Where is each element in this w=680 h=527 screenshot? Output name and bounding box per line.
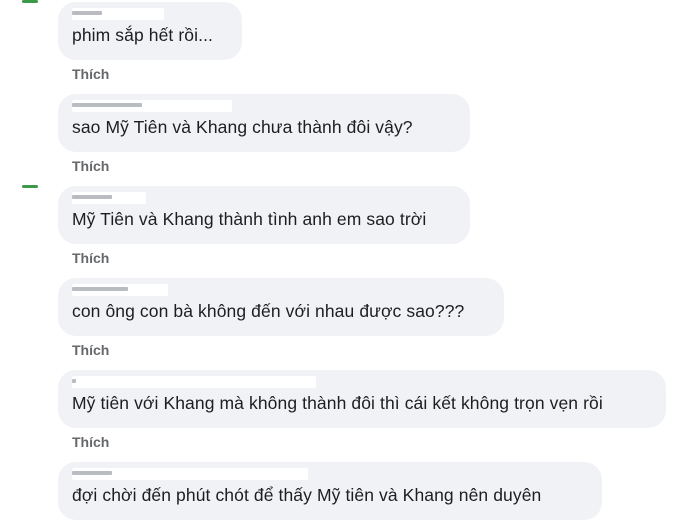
comment-item: Mỹ tiên với Khang mà không thành đôi thì… — [58, 370, 666, 428]
comment-bubble: sao Mỹ Tiên và Khang chưa thành đôi vậy? — [58, 94, 470, 152]
author-name-redacted — [72, 8, 164, 20]
comment-bubble: phim sắp hết rồi... — [58, 2, 242, 60]
comment-item: phim sắp hết rồi... — [58, 2, 242, 60]
author-name-redacted — [72, 284, 168, 296]
like-button[interactable]: Thích — [72, 342, 109, 358]
like-button[interactable]: Thích — [72, 158, 109, 174]
author-name-redacted — [72, 376, 316, 388]
like-button[interactable]: Thích — [72, 434, 109, 450]
comment-text: đợi chời đến phút chót để thấy Mỹ tiên v… — [72, 485, 542, 505]
avatar-icon — [22, 0, 38, 3]
comment-text: sao Mỹ Tiên và Khang chưa thành đôi vậy? — [72, 117, 413, 137]
like-button[interactable]: Thích — [72, 250, 109, 266]
comment-text: Mỹ Tiên và Khang thành tình anh em sao t… — [72, 209, 427, 229]
author-name-redacted — [72, 100, 232, 112]
comment-bubble: Mỹ Tiên và Khang thành tình anh em sao t… — [58, 186, 470, 244]
comment-item: con ông con bà không đến với nhau được s… — [58, 278, 504, 336]
comment-bubble: con ông con bà không đến với nhau được s… — [58, 278, 504, 336]
comment-text: con ông con bà không đến với nhau được s… — [72, 301, 465, 321]
comment-thread: phim sắp hết rồi... Thích sao Mỹ Tiên và… — [0, 0, 680, 527]
comment-bubble: Mỹ tiên với Khang mà không thành đôi thì… — [58, 370, 666, 428]
comment-text: Mỹ tiên với Khang mà không thành đôi thì… — [72, 393, 603, 413]
like-button[interactable]: Thích — [72, 66, 109, 82]
comment-text: phim sắp hết rồi... — [72, 25, 213, 45]
author-name-redacted — [72, 468, 308, 480]
author-name-redacted — [72, 192, 146, 204]
avatar-icon — [22, 185, 38, 188]
truncated-text-line — [74, 519, 274, 527]
comment-item: sao Mỹ Tiên và Khang chưa thành đôi vậy? — [58, 94, 470, 152]
comment-item: Mỹ Tiên và Khang thành tình anh em sao t… — [58, 186, 470, 244]
comment-bubble: đợi chời đến phút chót để thấy Mỹ tiên v… — [58, 462, 602, 520]
comment-item: đợi chời đến phút chót để thấy Mỹ tiên v… — [58, 462, 602, 520]
